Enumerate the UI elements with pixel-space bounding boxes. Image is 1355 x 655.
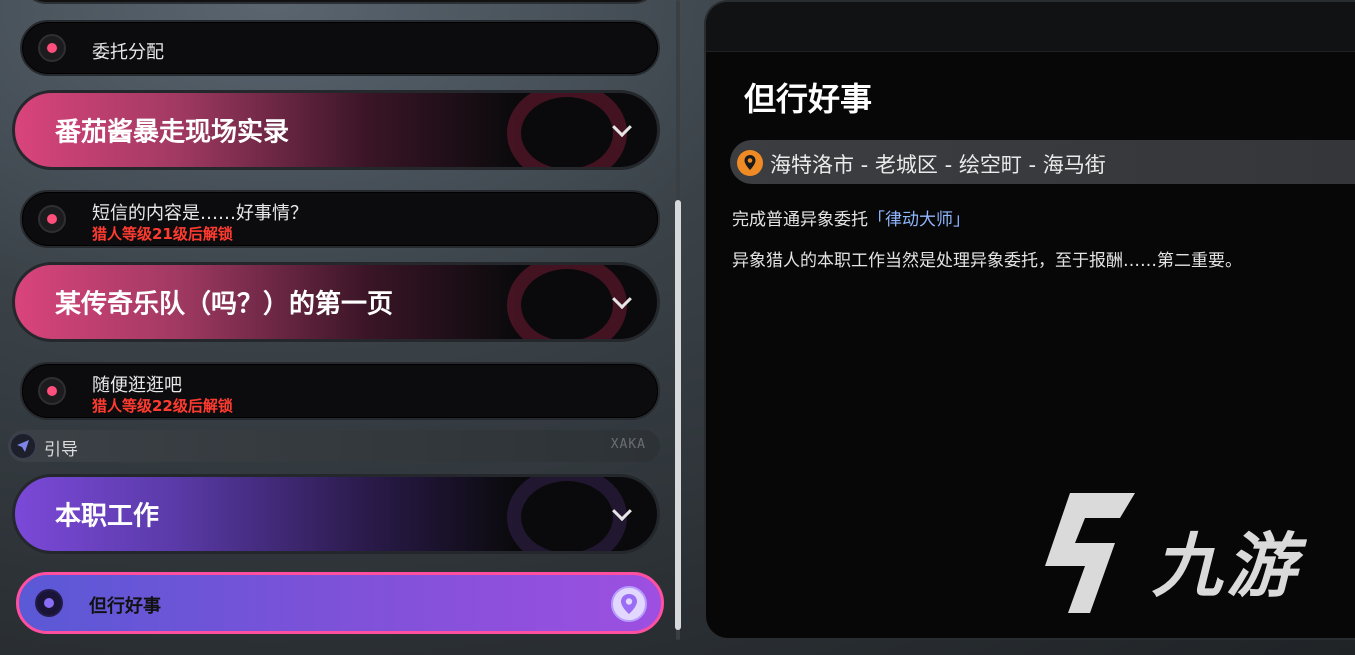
objective-line: 完成普通异象委托「律动大师」 bbox=[732, 205, 970, 230]
detail-title: 但行好事 bbox=[744, 80, 873, 118]
group-title: 某传奇乐队（吗？）的第一页 bbox=[55, 289, 394, 320]
status-dot-icon bbox=[35, 589, 63, 617]
location-pin-icon[interactable] bbox=[611, 586, 647, 622]
watermark-text: 九游 bbox=[1152, 525, 1300, 607]
task-item-label: 但行好事 bbox=[89, 596, 161, 617]
guide-label: 引导 bbox=[44, 440, 78, 460]
objective-prefix: 完成普通异象委托 bbox=[732, 210, 868, 230]
group-title: 本职工作 bbox=[55, 501, 160, 532]
unlock-requirement: 猎人等级22级后解锁 bbox=[92, 397, 233, 415]
group-header-main-job[interactable]: 本职工作 bbox=[12, 474, 660, 554]
group-title: 番茄酱暴走现场实录 bbox=[55, 117, 290, 148]
objective-highlight: 「律动大师」 bbox=[868, 210, 970, 230]
watermark-emblem-icon bbox=[1045, 493, 1135, 613]
unlock-requirement: 猎人等级21级后解锁 bbox=[92, 225, 233, 243]
description-text: 异象猎人的本职工作当然是处理异象委托，至于报酬……第二重要。 bbox=[732, 251, 1242, 271]
group-deco-icon bbox=[507, 93, 627, 167]
detail-header-band bbox=[706, 2, 1355, 52]
watermark-logo: 九游 bbox=[1040, 488, 1330, 628]
group-deco-icon bbox=[507, 265, 627, 339]
group-header-band[interactable]: 某传奇乐队（吗？）的第一页 bbox=[12, 262, 660, 342]
paper-plane-icon bbox=[10, 433, 36, 459]
location-pin-icon bbox=[737, 150, 763, 176]
task-item-label: 委托分配 bbox=[92, 42, 164, 63]
previous-item-stub bbox=[22, 0, 658, 4]
location-text: 海特洛市 - 老城区 - 绘空町 - 海马街 bbox=[770, 153, 1106, 177]
status-dot-icon bbox=[38, 205, 66, 233]
task-item-assign[interactable]: 委托分配 bbox=[20, 20, 660, 76]
guide-section-header[interactable]: 引导 XAKA bbox=[8, 430, 660, 462]
task-item-sms[interactable]: 短信的内容是……好事情？ 猎人等级21级后解锁 bbox=[20, 190, 660, 248]
status-dot-icon bbox=[38, 377, 66, 405]
status-dot-icon bbox=[38, 34, 66, 62]
task-list-panel: 委托分配 番茄酱暴走现场实录 短信的内容是……好事情？ 猎人等级21级后解锁 某… bbox=[0, 0, 700, 655]
group-deco-icon bbox=[507, 477, 627, 551]
task-item-label: 随便逛逛吧 bbox=[92, 375, 182, 396]
scrollbar-thumb[interactable] bbox=[675, 200, 681, 630]
guide-tag: XAKA bbox=[610, 437, 646, 452]
task-item-label: 短信的内容是……好事情？ bbox=[92, 203, 308, 224]
location-bar: 海特洛市 - 老城区 - 绘空町 - 海马街 bbox=[730, 140, 1355, 184]
task-item-stroll[interactable]: 随便逛逛吧 猎人等级22级后解锁 bbox=[20, 362, 660, 420]
group-header-ketchup[interactable]: 番茄酱暴走现场实录 bbox=[12, 90, 660, 170]
task-item-active[interactable]: 但行好事 bbox=[16, 572, 664, 634]
